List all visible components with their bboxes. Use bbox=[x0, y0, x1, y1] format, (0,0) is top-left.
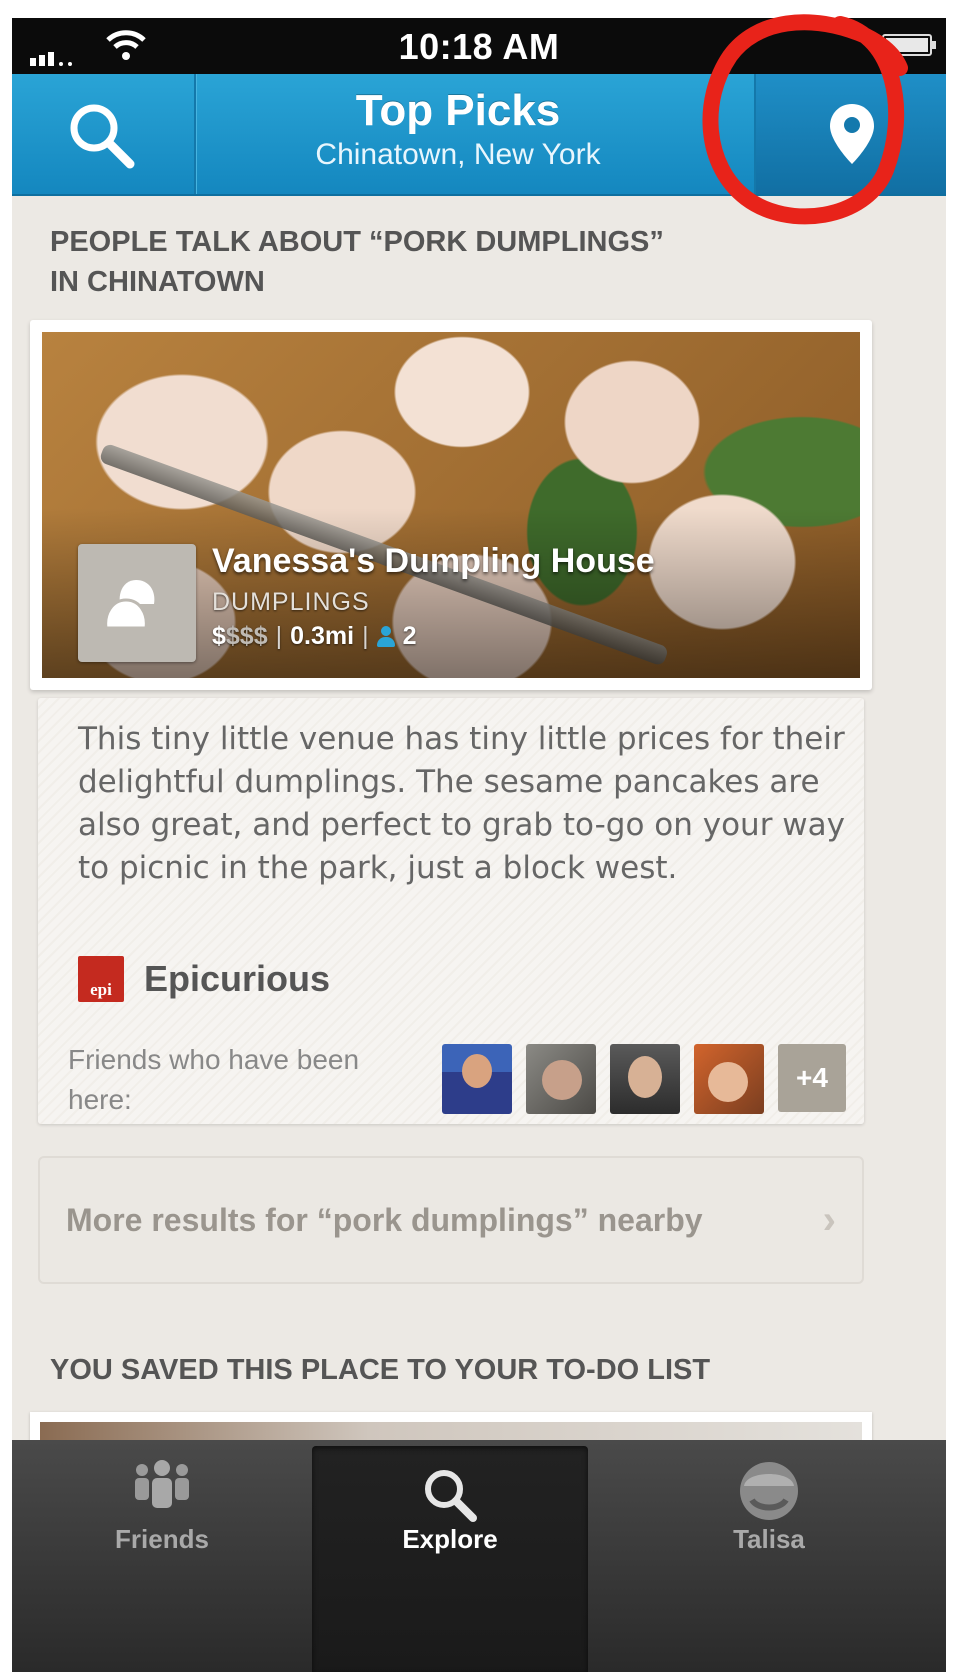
tip-text: This tiny little venue has tiny little p… bbox=[78, 721, 845, 886]
friend-avatar[interactable] bbox=[442, 1044, 512, 1114]
tab-friends[interactable]: Friends bbox=[12, 1440, 312, 1672]
venue-meta: $$$$ | 0.3mi | 2 bbox=[212, 622, 416, 651]
venue-price: $$$$ bbox=[212, 622, 268, 651]
tab-bar: Friends Explore Talisa bbox=[12, 1440, 946, 1672]
person-icon bbox=[376, 625, 395, 648]
friends-label: Friends who have been here: bbox=[68, 1044, 360, 1115]
separator: | bbox=[362, 622, 369, 650]
tip-source[interactable]: epi Epicurious bbox=[78, 956, 330, 1002]
status-bar: 10:18 AM bbox=[12, 18, 946, 74]
page-title: Top Picks bbox=[355, 86, 561, 135]
friend-avatar[interactable] bbox=[694, 1044, 764, 1114]
friend-avatar[interactable] bbox=[526, 1044, 596, 1114]
friends-icon bbox=[135, 1460, 189, 1508]
venue-distance: 0.3mi bbox=[290, 622, 355, 650]
section-heading: PEOPLE TALK ABOUT “PORK DUMPLINGS” IN CH… bbox=[50, 222, 810, 302]
separator: | bbox=[275, 622, 283, 650]
source-name: Epicurious bbox=[144, 958, 331, 999]
more-results-label: More results for “pork dumplings” nearby bbox=[66, 1202, 703, 1238]
search-icon bbox=[70, 104, 135, 169]
tab-profile[interactable]: Talisa bbox=[592, 1440, 946, 1672]
phone-screen: 10:18 AM Top Picks Chinatown, New York P… bbox=[12, 18, 946, 1672]
venue-category-thumbnail bbox=[78, 544, 196, 662]
venue-category: DUMPLINGS bbox=[212, 588, 370, 616]
tab-label: Talisa bbox=[733, 1524, 805, 1554]
divider bbox=[194, 74, 196, 194]
page-subtitle-location: Chinatown, New York bbox=[315, 138, 601, 171]
section-heading-line: PEOPLE TALK ABOUT “PORK DUMPLINGS” bbox=[50, 226, 664, 258]
more-results-button[interactable]: More results for “pork dumplings” nearby… bbox=[38, 1156, 864, 1284]
tip-card: This tiny little venue has tiny little p… bbox=[38, 698, 864, 1124]
more-friends-button[interactable]: +4 bbox=[778, 1044, 846, 1112]
friends-avatars: +4 bbox=[442, 1044, 846, 1114]
search-button[interactable] bbox=[12, 74, 194, 194]
avatar-icon bbox=[740, 1462, 798, 1520]
epicurious-logo: epi bbox=[78, 956, 124, 1002]
battery-icon bbox=[882, 34, 936, 56]
section-heading: YOU SAVED THIS PLACE TO YOUR TO-DO LIST bbox=[50, 1354, 711, 1386]
friend-avatar[interactable] bbox=[610, 1044, 680, 1114]
status-time: 10:18 AM bbox=[398, 26, 560, 67]
tab-label: Explore bbox=[402, 1524, 498, 1554]
venue-name: Vanessa's Dumpling House bbox=[212, 542, 655, 580]
section-heading-line: IN CHINATOWN bbox=[50, 266, 265, 298]
dumpling-icon bbox=[104, 580, 155, 630]
logo-text: epi bbox=[90, 980, 112, 999]
tab-label: Friends bbox=[115, 1524, 209, 1554]
map-pin-icon bbox=[830, 104, 874, 164]
top-navigation-bar: Top Picks Chinatown, New York bbox=[12, 74, 946, 196]
chevron-right-icon: › bbox=[822, 1198, 836, 1242]
price-inactive: $$$ bbox=[225, 622, 268, 650]
location-button[interactable] bbox=[756, 74, 946, 194]
tab-explore[interactable]: Explore bbox=[312, 1446, 588, 1672]
venue-card[interactable]: Vanessa's Dumpling House DUMPLINGS $$$$ … bbox=[30, 320, 872, 690]
search-icon bbox=[425, 1470, 477, 1522]
venue-photo: Vanessa's Dumpling House DUMPLINGS $$$$ … bbox=[42, 332, 860, 678]
price-active: $ bbox=[212, 622, 226, 650]
friends-count: 2 bbox=[402, 622, 417, 650]
